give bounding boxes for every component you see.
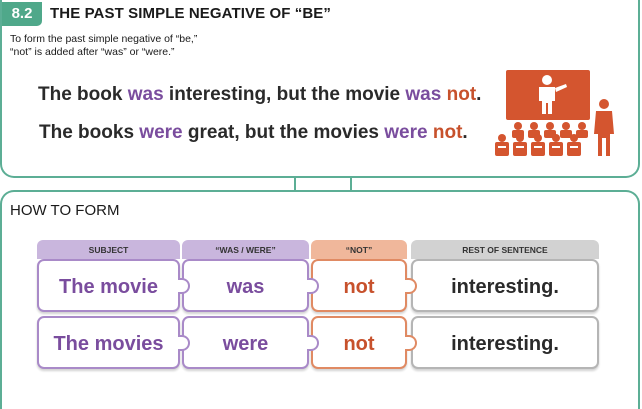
subject-cell: The movies (37, 316, 180, 369)
example-text: The book (38, 84, 128, 105)
section-number: 8.2 (2, 2, 42, 26)
example-sentence-2: The books were great, but the movies wer… (39, 122, 468, 144)
rest-cell: interesting. (411, 316, 599, 369)
example-text: great, but the movies (182, 122, 385, 143)
audience-watching-screen-icon (495, 70, 614, 156)
example-not: not (446, 84, 477, 105)
intro-line-2: “not” is added after “was” or “were.” (10, 46, 175, 58)
verb-cell: were (182, 316, 309, 369)
example-text: interesting, but the movie (163, 84, 406, 105)
example-verb: were (384, 122, 428, 143)
rest-cell: interesting. (411, 259, 599, 312)
not-cell: not (311, 259, 407, 312)
intro-line-1: To form the past simple negative of “be,… (10, 33, 198, 45)
example-verb: was (127, 84, 164, 105)
example-verb: was (405, 84, 442, 105)
example-text: The books (39, 122, 140, 143)
example-text: . (476, 84, 482, 105)
example-text: . (462, 122, 468, 143)
column-header-subject: SUBJECT (37, 240, 180, 259)
column-header-not: “NOT” (311, 240, 407, 259)
not-cell: not (311, 316, 407, 369)
rule-panel: 8.2 THE PAST SIMPLE NEGATIVE OF “BE” To … (0, 0, 640, 178)
intro-text: To form the past simple negative of “be,… (10, 33, 270, 59)
section-title: THE PAST SIMPLE NEGATIVE OF “BE” (50, 5, 331, 22)
how-to-form-heading: HOW TO FORM (10, 202, 120, 219)
example-not: not (432, 122, 463, 143)
subject-cell: The movie (37, 259, 180, 312)
column-header-rest: REST OF SENTENCE (411, 240, 599, 259)
example-verb: were (139, 122, 183, 143)
column-header-verb: “WAS / WERE” (182, 240, 309, 259)
verb-cell: was (182, 259, 309, 312)
example-sentence-1: The book was interesting, but the movie … (38, 84, 481, 106)
